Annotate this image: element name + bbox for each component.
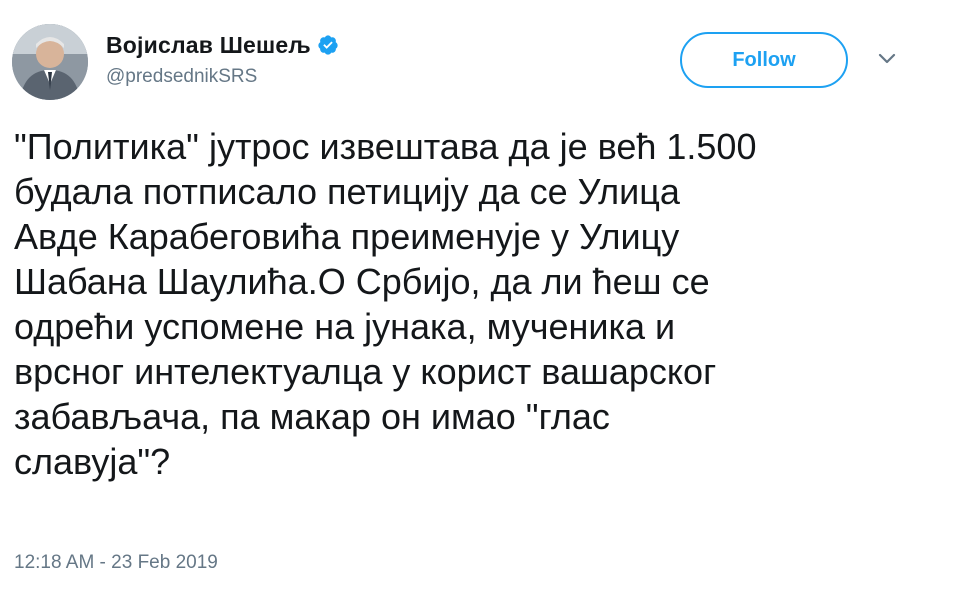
avatar[interactable] bbox=[12, 24, 88, 100]
display-name-row: Војислав Шешељ bbox=[106, 30, 339, 60]
user-info: Војислав Шешељ @predsednikSRS bbox=[106, 30, 339, 88]
tweet-text: "Политика" јутрос извештава да је већ 1.… bbox=[14, 126, 757, 482]
tweet-card: Војислав Шешељ @predsednikSRS Follow "По… bbox=[0, 0, 955, 600]
follow-button[interactable]: Follow bbox=[680, 32, 848, 88]
display-name[interactable]: Војислав Шешељ bbox=[106, 32, 311, 59]
avatar-image bbox=[12, 24, 88, 100]
chevron-down-icon[interactable] bbox=[878, 52, 896, 66]
tweet-timestamp[interactable]: 12:18 AM - 23 Feb 2019 bbox=[14, 552, 218, 574]
verified-badge-icon bbox=[317, 34, 339, 56]
user-handle[interactable]: @predsednikSRS bbox=[106, 66, 339, 88]
